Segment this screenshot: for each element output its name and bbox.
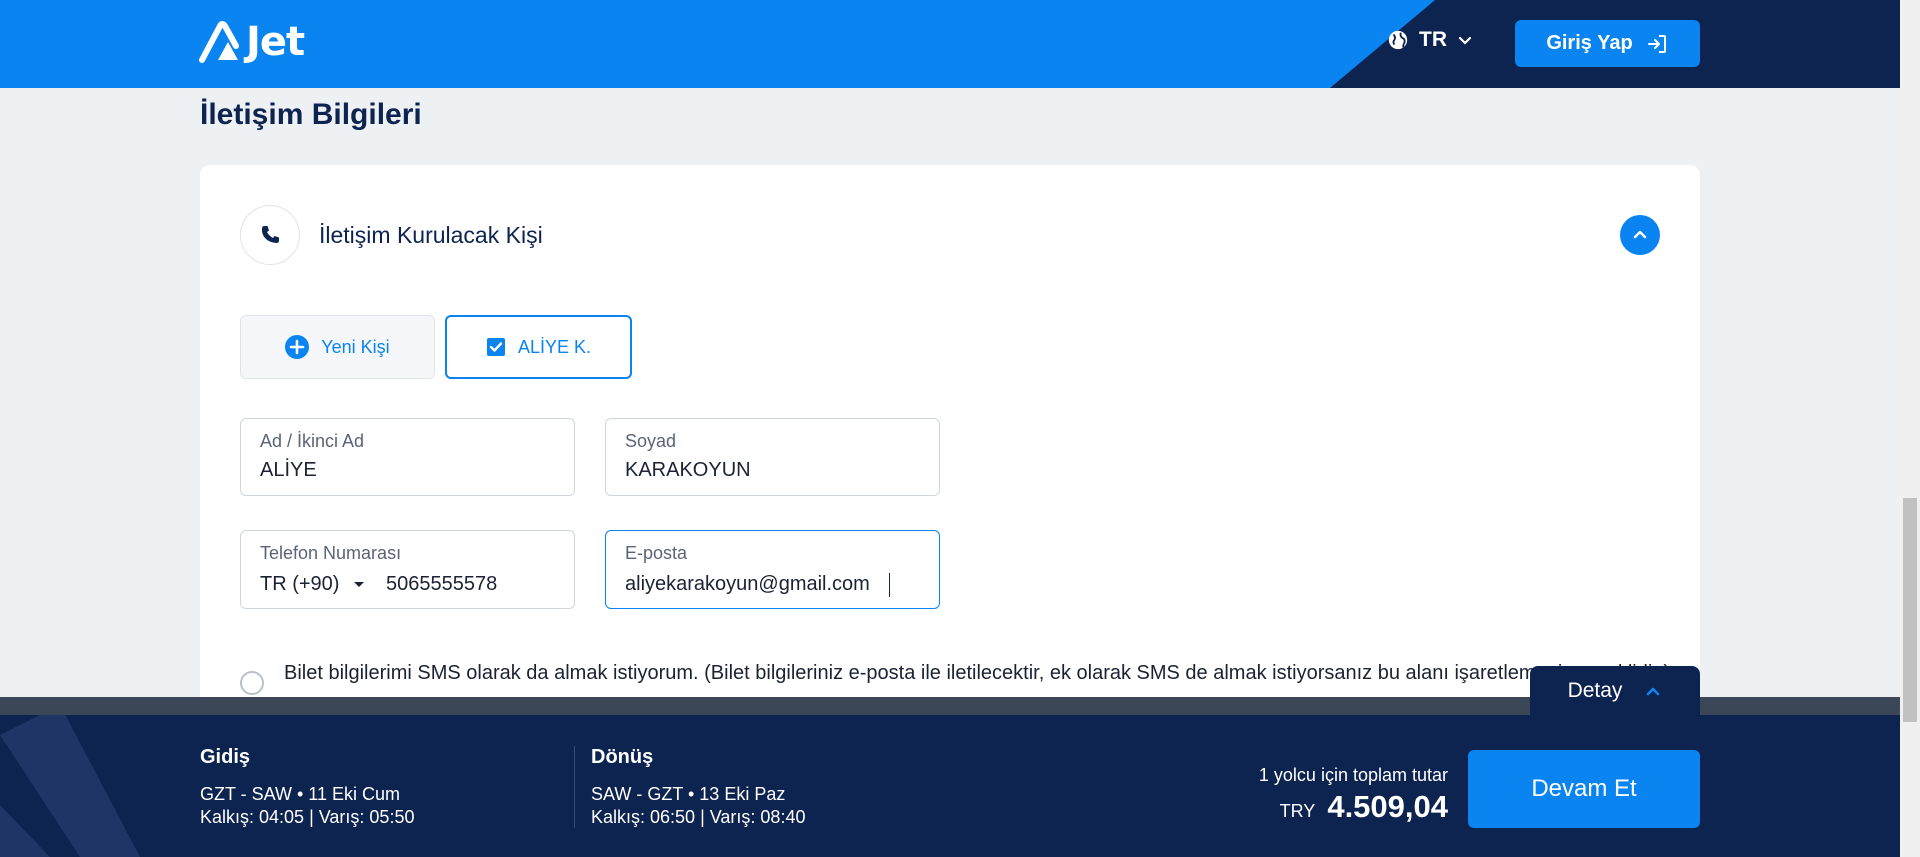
language-selector[interactable]: TR	[1387, 28, 1473, 52]
phone-icon	[261, 226, 279, 243]
detail-toggle[interactable]: Detay	[1530, 666, 1700, 716]
card-heading: İletişim Kurulacak Kişi	[319, 222, 543, 248]
login-button-label: Giriş Yap	[1546, 32, 1633, 54]
text-cursor	[889, 573, 890, 597]
return-summary: Dönüş SAW - GZT • 13 Eki Paz Kalkış: 06:…	[591, 746, 805, 829]
new-person-button[interactable]: Yeni Kişi	[240, 315, 435, 379]
phone-label: Telefon Numarası	[260, 543, 402, 563]
first-name-label: Ad / İkinci Ad	[260, 431, 365, 451]
last-name-value[interactable]: KARAKOYUN	[625, 459, 925, 482]
return-times: Kalkış: 06:50 | Varış: 08:40	[591, 807, 806, 827]
brand-watermark-icon	[0, 715, 140, 857]
outbound-times: Kalkış: 04:05 | Varış: 05:50	[200, 807, 415, 827]
chevron-up-icon	[1633, 230, 1647, 239]
page-scrollbar[interactable]	[1900, 0, 1920, 857]
phone-icon-circle	[240, 205, 300, 265]
total-amount: TRY 4.509,04	[1280, 789, 1448, 825]
last-name-label: Soyad	[625, 431, 677, 451]
country-code-value: TR (+90)	[260, 573, 340, 595]
checkbox-checked-icon	[486, 338, 505, 356]
return-title: Dönüş	[591, 746, 654, 768]
outbound-title: Gidiş	[200, 746, 251, 768]
return-route: SAW - GZT • 13 Eki Paz	[591, 784, 786, 804]
sms-consent-checkbox[interactable]	[240, 671, 264, 695]
phone-field[interactable]: Telefon Numarası TR (+90) 5065555578	[240, 530, 575, 609]
chevron-down-icon	[1458, 36, 1472, 45]
ajet-logo-mark-icon	[199, 21, 239, 63]
phone-number-value[interactable]: 5065555578	[386, 573, 497, 596]
language-label: TR	[1419, 28, 1447, 51]
logo-text: Jet	[246, 19, 305, 65]
email-value[interactable]: aliyekarakoyun@gmail.com	[625, 573, 925, 596]
new-person-label: Yeni Kişi	[321, 336, 390, 357]
email-label: E-posta	[625, 543, 688, 563]
first-name-value[interactable]: ALİYE	[260, 459, 560, 482]
selected-person-label: ALİYE K.	[517, 336, 592, 357]
outbound-route: GZT - SAW • 11 Eki Cum	[200, 784, 400, 804]
selected-person-chip[interactable]: ALİYE K.	[445, 315, 632, 379]
country-code-select[interactable]: TR (+90)	[260, 573, 365, 596]
leg-separator	[574, 746, 575, 828]
continue-label: Devam Et	[1531, 775, 1637, 802]
first-name-field[interactable]: Ad / İkinci Ad ALİYE	[240, 418, 575, 496]
globe-icon	[1388, 30, 1408, 50]
login-icon	[1647, 34, 1666, 53]
ajet-logo[interactable]: Jet	[198, 18, 305, 66]
detail-label: Detay	[1567, 679, 1623, 702]
email-field[interactable]: E-posta aliyekarakoyun@gmail.com	[605, 530, 940, 609]
plus-circle-icon	[285, 335, 310, 359]
site-header: Jet TR Giriş Yap	[0, 0, 1920, 88]
login-button[interactable]: Giriş Yap	[1515, 20, 1700, 67]
last-name-field[interactable]: Soyad KARAKOYUN	[605, 418, 940, 496]
collapse-button[interactable]	[1620, 215, 1660, 255]
section-title: İletişim Bilgileri	[200, 98, 422, 131]
total-value: 4.509,04	[1327, 789, 1448, 824]
outbound-summary: Gidiş GZT - SAW • 11 Eki Cum Kalkış: 04:…	[200, 746, 414, 829]
contact-card: İletişim Kurulacak Kişi Yeni Kişi ALİYE …	[200, 165, 1700, 765]
sms-consent-text: Bilet bilgilerimi SMS olarak da almak is…	[284, 662, 1671, 684]
caret-down-icon	[354, 581, 365, 587]
total-currency: TRY	[1279, 801, 1316, 821]
continue-button[interactable]: Devam Et	[1468, 750, 1700, 828]
chevron-up-icon	[1647, 687, 1660, 696]
scrollbar-thumb[interactable]	[1903, 498, 1917, 722]
total-label: 1 yolcu için toplam tutar	[1258, 765, 1448, 785]
